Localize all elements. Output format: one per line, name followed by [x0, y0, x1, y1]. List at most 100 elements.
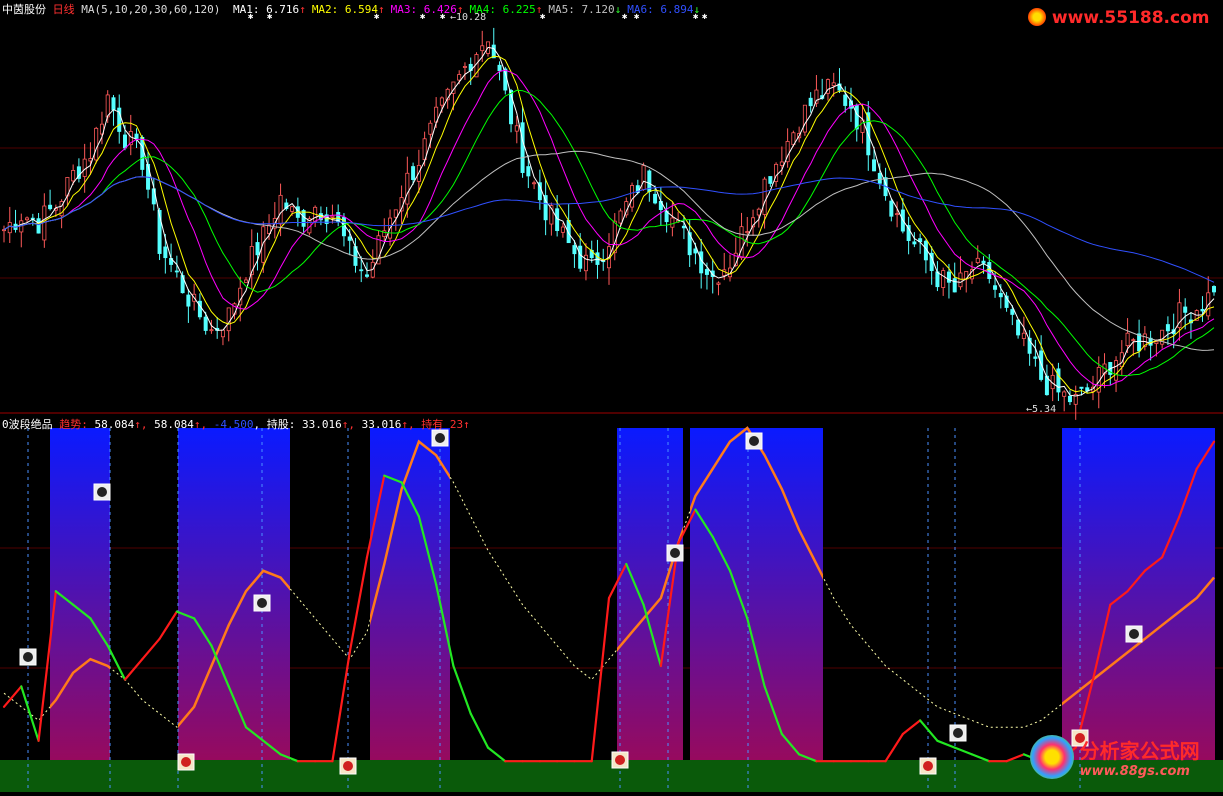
trend-segment — [452, 664, 472, 715]
candle-body — [2, 229, 7, 232]
candle-body — [439, 97, 444, 106]
candle-body — [462, 66, 467, 68]
candle-body — [163, 246, 168, 259]
candle-body — [560, 226, 565, 233]
candle-body — [94, 127, 99, 161]
indicator-header: 0波段绝品 趋势: 58.084↑, 58.084↑, -4.500, 持股: … — [2, 418, 470, 431]
buy-signal-mark — [181, 757, 191, 767]
candle-body — [768, 176, 773, 184]
candle-body — [1212, 286, 1217, 293]
ma-label: MA(5,10,20,30,60,120) — [81, 3, 221, 16]
chart-stage[interactable]: ←10.28 ←5.34 ✱ ✱ ✱ ✱ ✱ ✱ ✱ ✱ ✱ ✱ 中茵股份 日线 MA(5,10,20… — [0, 0, 1223, 792]
watermark-logo-icon — [1028, 8, 1046, 26]
candle-body — [975, 257, 980, 263]
candle-body — [802, 104, 807, 133]
candle-body — [393, 209, 398, 218]
candle-body — [1137, 333, 1142, 352]
candle-body — [220, 329, 225, 338]
candle-body — [48, 204, 53, 210]
candle-body — [520, 122, 525, 173]
candle-body — [111, 97, 116, 111]
candle-body — [7, 222, 12, 234]
ma-values: MA1: 6.716↑ MA2: 6.594↑ MA3: 6.426↑ MA4: 6.… — [227, 3, 700, 16]
stock-name: 中茵股份 — [2, 3, 46, 16]
ma-item-1: MA1: 6.716↑ — [232, 3, 306, 16]
trend-value-1: 58.084 — [94, 418, 135, 431]
candle-body — [981, 260, 986, 264]
candle-body — [480, 45, 485, 52]
candle-body — [935, 271, 940, 288]
low-price-label: ←5.34 — [1026, 404, 1056, 415]
hold-value-1: 33.016 — [302, 418, 342, 431]
hold-band — [178, 428, 290, 768]
candle-body — [1062, 391, 1067, 397]
candle-body — [1056, 368, 1061, 393]
ma-item-6: MA6: 6.894↓ — [627, 3, 701, 16]
trend-segment — [123, 658, 144, 681]
buy-signal-mark — [615, 755, 625, 765]
trend-segment — [141, 637, 161, 661]
buy-signal-mark — [343, 761, 353, 771]
candle-body — [457, 74, 462, 81]
buy-signal-mark — [923, 761, 933, 771]
price-header: 中茵股份 日线 MA(5,10,20,30,60,120) MA1: 6.716… — [2, 1, 700, 17]
candle-body — [347, 236, 352, 241]
sell-signal-face — [1129, 629, 1139, 639]
sell-signal-face — [670, 548, 680, 558]
candle-body — [243, 279, 248, 283]
candle-body — [25, 217, 30, 221]
watermark-top-text: www.55188.com — [1051, 8, 1210, 28]
candle-body — [895, 213, 900, 216]
candle-body — [618, 210, 623, 224]
trend-value-2: 58.084 — [154, 418, 194, 431]
watermark-top: www.55188.com — [1028, 8, 1209, 28]
sell-signal-face — [953, 728, 963, 738]
trend-segment — [158, 610, 178, 640]
trend-segment — [486, 746, 507, 763]
indicator-name: 0波段绝品 — [2, 418, 53, 431]
hold-band — [690, 428, 823, 768]
kline-chart[interactable]: ←10.28←5.34✱ ✱ ✱ ✱ ✱ ✱ ✱ ✱ ✱ ✱ — [0, 0, 1223, 792]
candle-body — [1033, 356, 1038, 359]
candle-body — [1200, 308, 1205, 312]
candle-body — [1183, 306, 1188, 313]
sell-signal-face — [749, 436, 759, 446]
candle-body — [952, 278, 957, 293]
candle-body — [186, 294, 191, 307]
candle-body — [1165, 324, 1170, 332]
trend-segment — [331, 651, 351, 763]
ma-item-4: MA4: 6.225↑ — [469, 3, 543, 16]
candle-body — [1114, 360, 1119, 381]
watermark-bottom-cn: 分析家公式网 — [1079, 739, 1200, 763]
event-marker-icon: ✱ — [702, 12, 708, 22]
candle-body — [1131, 339, 1136, 342]
candle-body — [1125, 332, 1130, 347]
candle-body — [290, 206, 295, 212]
candle-body — [1067, 395, 1072, 403]
candle-body — [526, 166, 531, 177]
trend-segment — [590, 596, 611, 763]
trend-segment — [2, 685, 23, 708]
candle-body — [745, 231, 750, 234]
candle-body — [226, 307, 231, 332]
candle-body — [411, 166, 416, 180]
sell-signal-face — [23, 652, 33, 662]
trend-segment — [348, 556, 369, 654]
candle-body — [140, 136, 145, 170]
candle-body — [854, 104, 859, 130]
ma-line-3 — [3, 69, 1215, 387]
candle-body — [762, 178, 767, 215]
candle-body — [912, 241, 917, 245]
candle-body — [82, 158, 87, 177]
candle-body — [872, 159, 877, 172]
candle-body — [987, 262, 992, 279]
trend-label: 趋势: — [59, 418, 88, 431]
watermark-bottom: 分析家公式网 www.88gs.com — [1030, 735, 1200, 779]
candle-body — [998, 293, 1003, 298]
candle-body — [203, 316, 208, 331]
candle-body — [405, 172, 410, 205]
trend-segment — [953, 746, 974, 756]
candle-body — [946, 271, 951, 283]
candle-body — [958, 272, 963, 288]
candle-body — [330, 215, 335, 218]
